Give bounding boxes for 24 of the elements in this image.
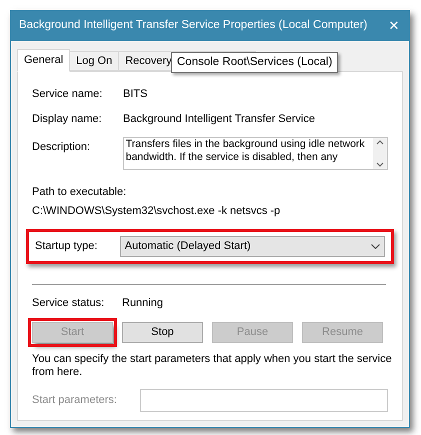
field-label: Start parameters: [32,392,118,408]
field-label: Service status: [32,296,106,311]
field-label: Display name: [32,112,103,126]
tooltip: Console Root\Services (Local) [171,52,338,74]
tab[interactable]: Log On [69,51,120,71]
status-text: Running [122,296,163,311]
chevron-down-icon [371,244,380,249]
tab[interactable]: General [17,49,70,72]
scroll-bar[interactable] [373,138,387,169]
field-label: Path to executable: [32,185,126,200]
scroll-down-icon[interactable] [376,162,384,167]
path-text: C:\WINDOWS\System32\svchost.exe -k netsvcs -p [32,204,280,218]
description-text: Transfers files in the background using idle network bandwidth. If the service is disabled, then any [124,138,366,165]
field-label: Description: [32,140,92,155]
close-button[interactable]: ✕ [383,15,405,37]
field-label: Service name: [32,87,104,102]
hint-text: You can specify the start parameters that apply when you start the service from here. [32,352,392,378]
field-value: BITS [123,87,148,102]
startup-type-dropdown[interactable]: Automatic (Delayed Start) [120,236,385,257]
window-title: Background Intelligent Transfer Service Properties (Local Computer) [19,18,368,34]
scroll-up-icon[interactable] [376,140,384,145]
field-value: Background Intelligent Transfer Service [123,112,315,126]
field-label: Startup type: [35,239,98,254]
service-button[interactable]: Stop [122,322,203,342]
